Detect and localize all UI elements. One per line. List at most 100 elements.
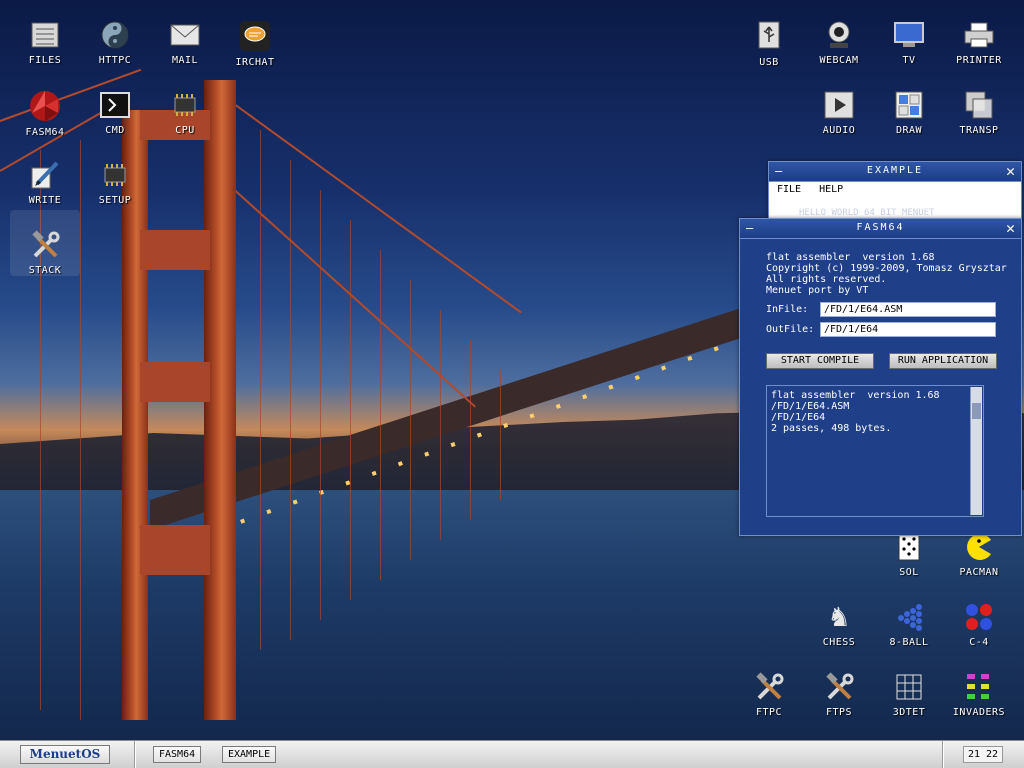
pacman-icon bbox=[962, 532, 996, 562]
desktop-icon-cmd[interactable]: CMD bbox=[80, 70, 150, 136]
example-titlebar[interactable]: — EXAMPLE ✕ bbox=[769, 162, 1021, 182]
fasm64-window-title: FASM64 bbox=[856, 222, 905, 233]
desktop-icon-stack[interactable]: STACK bbox=[10, 210, 80, 276]
desktop-icon-label: PRINTER bbox=[956, 55, 1002, 66]
desktop-icon-write[interactable]: WRITE bbox=[10, 140, 80, 206]
infile-label: InFile: bbox=[766, 304, 809, 315]
desktop-icon-label: FTPC bbox=[755, 707, 783, 718]
desktop-icon-label: TRANSP bbox=[959, 125, 999, 136]
example-window[interactable]: — EXAMPLE ✕ FILE HELP HELLO WORLD 64 BIT… bbox=[768, 161, 1022, 223]
desktop-icon-label: TV bbox=[902, 55, 916, 66]
chip-icon bbox=[168, 90, 202, 120]
desktop-icon-usb[interactable]: USB bbox=[734, 0, 804, 68]
terminal-icon bbox=[98, 90, 132, 120]
desktop-icon-label: DRAW bbox=[895, 125, 923, 136]
wallpaper-rod bbox=[440, 310, 441, 540]
outfile-input[interactable]: /FD/1/E64 bbox=[820, 322, 996, 337]
wallpaper-rod bbox=[320, 190, 321, 620]
desktop-icon-label: INVADERS bbox=[952, 707, 1006, 718]
menu-file[interactable]: FILE bbox=[777, 184, 801, 195]
fasm64-titlebar[interactable]: — FASM64 ✕ bbox=[740, 219, 1021, 239]
task-button-fasm64[interactable]: FASM64 bbox=[153, 746, 202, 763]
pen-icon bbox=[28, 160, 62, 190]
close-icon[interactable]: ✕ bbox=[1006, 162, 1015, 180]
desktop-icon-audio[interactable]: AUDIO bbox=[804, 70, 874, 136]
desktop-icon-label: 8-BALL bbox=[889, 637, 929, 648]
usb-icon bbox=[752, 20, 786, 52]
desktop-icon-label: C-4 bbox=[969, 637, 989, 648]
menu-help[interactable]: HELP bbox=[819, 184, 843, 195]
chess-knight-icon: ♞ bbox=[829, 599, 849, 634]
start-compile-button[interactable]: START COMPILE bbox=[766, 353, 874, 369]
webcam-icon bbox=[822, 20, 856, 50]
tools-icon bbox=[752, 672, 786, 702]
output-scrollbar[interactable] bbox=[970, 387, 982, 515]
desktop-icon-label: CPU bbox=[175, 125, 195, 136]
desktop-icon-label: FILES bbox=[28, 55, 62, 66]
globe-icon bbox=[98, 20, 132, 50]
desktop-icon-irchat[interactable]: IRCHAT bbox=[220, 0, 290, 68]
tools-icon bbox=[28, 230, 62, 260]
desktop-icon-httpc[interactable]: HTTPC bbox=[80, 0, 150, 66]
close-icon[interactable]: ✕ bbox=[1006, 219, 1015, 237]
desktop-icon-files[interactable]: FILES bbox=[10, 0, 80, 66]
infile-input[interactable]: /FD/1/E64.ASM bbox=[820, 302, 996, 317]
example-menubar: FILE HELP bbox=[769, 182, 1021, 196]
run-application-button[interactable]: RUN APPLICATION bbox=[889, 353, 997, 369]
taskbar: MenuetOS FASM64 EXAMPLE 21 22 bbox=[0, 740, 1024, 768]
wallpaper-tower-beam bbox=[140, 362, 210, 402]
desktop-icon-ftpc[interactable]: FTPC bbox=[734, 652, 804, 718]
desktop-icon-label: WRITE bbox=[28, 195, 62, 206]
desktop-icon-fasm64[interactable]: FASM64 bbox=[10, 70, 80, 138]
desktop-icon-c4[interactable]: C-4 bbox=[944, 582, 1014, 648]
taskbar-separator bbox=[942, 741, 944, 768]
desktop-icon-invaders[interactable]: INVADERS bbox=[944, 652, 1014, 718]
desktop-icon-draw[interactable]: DRAW bbox=[874, 70, 944, 136]
desktop-icon-label: STACK bbox=[28, 265, 62, 276]
desktop-icon-3dtet[interactable]: 3DTET bbox=[874, 652, 944, 718]
wallpaper-rod bbox=[80, 140, 81, 720]
wallpaper-cable bbox=[229, 185, 476, 408]
chat-icon bbox=[238, 20, 272, 52]
desktop-icon-chess[interactable]: ♞ CHESS bbox=[804, 582, 874, 649]
desktop-icon-mail[interactable]: MAIL bbox=[150, 0, 220, 66]
outfile-row: OutFile: /FD/1/E64 bbox=[766, 322, 996, 337]
example-window-title: EXAMPLE bbox=[866, 165, 924, 176]
desktop-icon-transp[interactable]: TRANSP bbox=[944, 70, 1014, 136]
desktop-icon-setup[interactable]: SETUP bbox=[80, 140, 150, 206]
card-icon bbox=[892, 532, 926, 562]
wallpaper-rod bbox=[290, 160, 291, 640]
invaders-icon bbox=[962, 672, 996, 702]
start-button[interactable]: MenuetOS bbox=[20, 745, 110, 764]
desktop-icon-cpu[interactable]: CPU bbox=[150, 70, 220, 136]
transparency-icon bbox=[962, 90, 996, 120]
desktop-icon-printer[interactable]: PRINTER bbox=[944, 0, 1014, 66]
desktop-icon-label: AUDIO bbox=[822, 125, 856, 136]
desktop-icon-label: FTPS bbox=[825, 707, 853, 718]
draw-icon bbox=[892, 90, 926, 120]
task-button-example[interactable]: EXAMPLE bbox=[222, 746, 277, 763]
desktop-icon-label: MAIL bbox=[171, 55, 199, 66]
desktop-icon-label: CMD bbox=[105, 125, 125, 136]
desktop-icon-label: USB bbox=[759, 57, 779, 68]
outfile-label: OutFile: bbox=[766, 324, 815, 335]
desktop-icon-label: IRCHAT bbox=[235, 57, 275, 68]
desktop-icon-tv[interactable]: TV bbox=[874, 0, 944, 66]
wallpaper-rod bbox=[500, 370, 501, 500]
desktop-icon-label: CHESS bbox=[822, 637, 856, 648]
wallpaper-tower-beam bbox=[140, 525, 210, 575]
desktop-icon-webcam[interactable]: WEBCAM bbox=[804, 0, 874, 66]
desktop-icon-ftps[interactable]: FTPS bbox=[804, 652, 874, 718]
wallpaper-rod bbox=[470, 340, 471, 520]
wallpaper-rod bbox=[260, 130, 261, 650]
fasm-icon bbox=[28, 90, 62, 122]
output-scrollbar-thumb[interactable] bbox=[972, 403, 981, 419]
wallpaper-cable bbox=[229, 100, 522, 314]
compile-output-text: flat assembler version 1.68 /FD/1/E64.AS… bbox=[771, 390, 940, 434]
taskbar-clock: 21 22 bbox=[963, 746, 1003, 763]
desktop-icon-8ball[interactable]: 8-BALL bbox=[874, 582, 944, 648]
wallpaper-rod bbox=[380, 250, 381, 580]
fasm64-window[interactable]: — FASM64 ✕ flat assembler version 1.68 C… bbox=[739, 218, 1022, 536]
desktop-icon-label: FASM64 bbox=[25, 127, 65, 138]
play-icon bbox=[822, 90, 856, 120]
